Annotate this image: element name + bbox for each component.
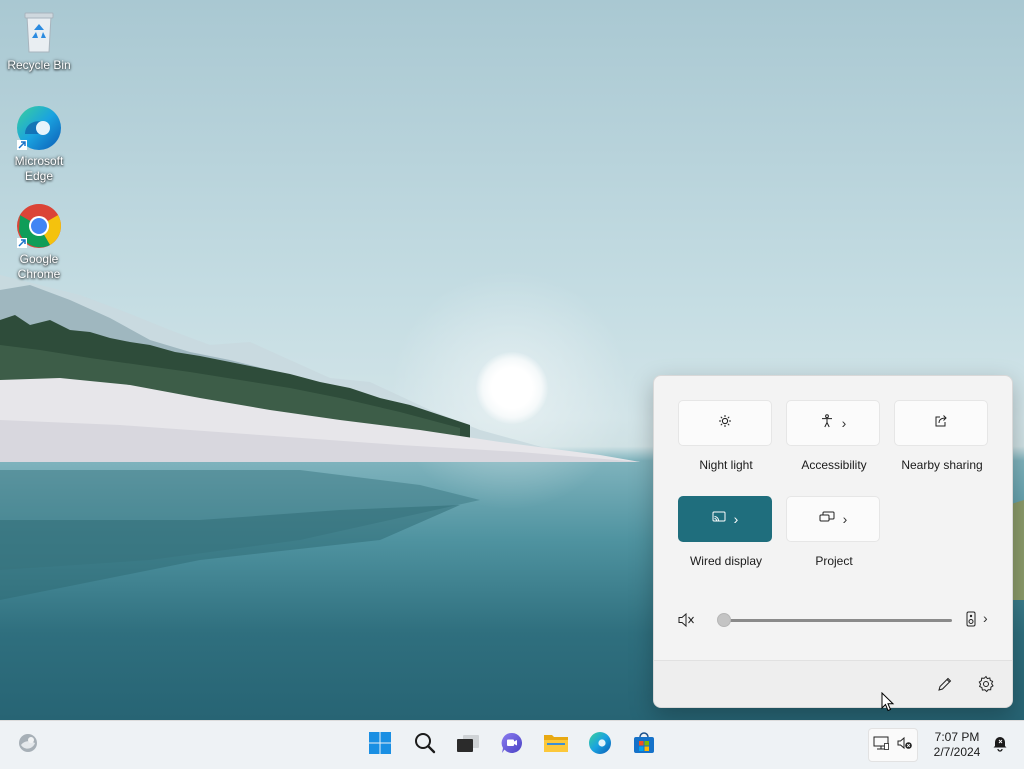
taskbar-clock[interactable]: 7:07 PM 2/7/2024 [924, 730, 990, 760]
desktop-icon-label: Recycle Bin [7, 58, 71, 72]
store-button[interactable] [628, 729, 660, 761]
tile-label: Wired display [689, 554, 763, 568]
search-icon [413, 731, 437, 760]
tray-network-volume-button[interactable] [868, 728, 918, 762]
widgets-icon [17, 732, 39, 759]
audio-output-icon[interactable] [966, 611, 976, 632]
edge-icon [15, 104, 63, 152]
chevron-right-icon[interactable]: › [842, 416, 847, 430]
sun [476, 352, 548, 424]
tile-label: Night light [699, 458, 753, 472]
search-button[interactable] [409, 729, 441, 761]
chevron-right-icon[interactable]: › [734, 512, 739, 526]
accessibility-toggle[interactable]: › [786, 400, 880, 446]
pencil-icon[interactable] [937, 676, 953, 697]
night-light-toggle[interactable] [678, 400, 772, 446]
quick-settings-footer [654, 660, 1012, 707]
file-explorer-button[interactable] [540, 729, 572, 761]
notification-center-button[interactable] [984, 729, 1016, 761]
edge-taskbar-button[interactable] [584, 729, 616, 761]
tile-label: Nearby sharing [901, 458, 983, 472]
start-button[interactable] [364, 729, 396, 761]
desktop-icon-label: Microsoft Edge [14, 154, 64, 183]
tile-night-light: Night light [678, 400, 774, 472]
wired-display-toggle[interactable]: › [678, 496, 772, 542]
accessibility-icon [820, 413, 834, 433]
notification-bell-icon [991, 734, 1009, 757]
desktop-icon-edge[interactable]: Microsoft Edge [1, 104, 77, 184]
cast-icon [712, 510, 726, 528]
tile-project: › Project [786, 496, 882, 568]
project-icon [819, 510, 835, 528]
volume-muted-icon [897, 735, 913, 756]
taskbar: 7:07 PM 2/7/2024 [0, 720, 1024, 769]
chrome-icon [15, 202, 63, 250]
volume-muted-icon[interactable] [678, 612, 696, 633]
volume-slider-thumb[interactable] [717, 613, 731, 627]
chevron-right-icon[interactable]: › [843, 512, 848, 526]
task-view-icon [455, 732, 481, 759]
tile-nearby-sharing: Nearby sharing [894, 400, 990, 472]
clock-date: 2/7/2024 [933, 745, 981, 759]
tile-label: Accessibility [801, 458, 867, 472]
task-view-button[interactable] [452, 729, 484, 761]
desktop-icon-chrome[interactable]: Google Chrome [1, 202, 77, 282]
tile-accessibility: › Accessibility [786, 400, 882, 472]
nearby-sharing-toggle[interactable] [894, 400, 988, 446]
gear-icon[interactable] [977, 675, 995, 698]
project-toggle[interactable]: › [786, 496, 880, 542]
chat-icon [500, 731, 524, 760]
network-icon [873, 735, 889, 756]
desktop-icon-label: Google Chrome [17, 252, 61, 281]
store-icon [632, 731, 656, 760]
chevron-right-icon[interactable]: › [983, 611, 988, 625]
share-icon [934, 414, 948, 433]
volume-slider[interactable] [722, 619, 952, 622]
widgets-button[interactable] [12, 729, 44, 761]
quick-settings-panel: Night light › Accessibility Nearby shari… [653, 375, 1013, 708]
desktop-icon-recycle-bin[interactable]: Recycle Bin [1, 8, 77, 73]
start-icon [368, 731, 392, 760]
tile-label: Project [815, 554, 853, 568]
night-light-icon [718, 414, 732, 433]
mouse-cursor [881, 692, 895, 712]
volume-row: › [678, 610, 992, 630]
clock-time: 7:07 PM [934, 730, 980, 744]
file-explorer-icon [543, 732, 569, 759]
tile-wired-display: › Wired display [678, 496, 774, 568]
chat-button[interactable] [496, 729, 528, 761]
recycle-bin-icon [15, 8, 63, 56]
edge-icon [588, 731, 612, 760]
